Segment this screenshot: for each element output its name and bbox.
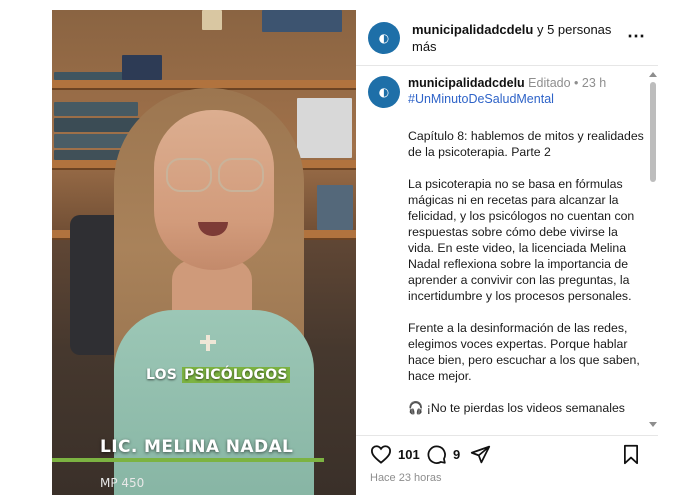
book xyxy=(54,102,138,116)
post-timestamp: Hace 23 horas xyxy=(370,472,442,484)
book xyxy=(54,118,140,132)
speaker-name: LIC. MELINA NADAL xyxy=(100,437,294,457)
more-options-icon[interactable]: ⋯ xyxy=(627,26,646,47)
caption-paragraph: Capítulo 8: hablemos de mitos y realidad… xyxy=(408,129,644,159)
book xyxy=(262,10,342,32)
caption-header: municipalidadcdelu Editado • 23 h xyxy=(408,76,606,90)
caption-username[interactable]: municipalidadcdelu xyxy=(408,76,525,90)
heart-icon xyxy=(370,445,392,464)
comment-icon xyxy=(427,445,446,464)
like-count[interactable]: 101 xyxy=(398,447,420,462)
caption-prefix: LOS xyxy=(146,367,183,383)
book xyxy=(122,55,162,80)
paper-stack xyxy=(297,98,352,158)
caption-paragraph: 🎧 ¡No te pierdas los videos semanales xyxy=(408,401,625,415)
like-button[interactable]: 101 xyxy=(370,444,420,464)
caption-avatar[interactable]: ◐ xyxy=(368,76,400,108)
save-button[interactable] xyxy=(622,444,640,465)
caption-paragraph: La psicoterapia no se basa en fórmulas m… xyxy=(408,177,635,303)
scroll-down-arrow-icon[interactable] xyxy=(649,422,657,427)
book xyxy=(202,10,222,30)
send-icon xyxy=(470,445,491,464)
scrollbar-thumb[interactable] xyxy=(650,82,656,182)
video-player[interactable]: LOS PSICÓLOGOS LIC. MELINA NADAL MP 450 xyxy=(52,10,356,495)
action-bar: 101 9 Hace 23 horas xyxy=(356,435,658,496)
logo-icon: ◐ xyxy=(378,31,390,45)
comment-button[interactable]: 9 xyxy=(426,444,460,465)
book xyxy=(317,185,353,230)
caption-area: ◐ municipalidadcdelu Editado • 23 h #UnM… xyxy=(356,66,646,436)
caption-paragraph: Frente a la desinformación de las redes,… xyxy=(408,321,640,383)
scroll-up-arrow-icon[interactable] xyxy=(649,72,657,77)
logo-icon: ◐ xyxy=(378,85,390,99)
speaker-license: MP 450 xyxy=(100,476,145,490)
name-underline xyxy=(52,458,324,462)
caption-body: Capítulo 8: hablemos de mitos y realidad… xyxy=(408,128,644,432)
avatar[interactable]: ◐ xyxy=(368,22,400,54)
caption-meta: Editado • 23 h xyxy=(524,76,607,90)
hashtag-link[interactable]: #UnMinutoDeSaludMental xyxy=(408,92,554,106)
caption-highlight: PSICÓLOGOS xyxy=(182,367,290,383)
glasses-left-lens xyxy=(166,158,212,192)
video-caption: LOS PSICÓLOGOS xyxy=(142,365,294,385)
share-button[interactable] xyxy=(470,444,491,465)
bookmark-icon xyxy=(624,444,638,465)
post-header: ◐ municipalidadcdelu y 5 personas más ⋯ xyxy=(356,10,658,66)
scrollbar[interactable] xyxy=(649,72,657,427)
header-username[interactable]: municipalidadcdelu xyxy=(412,22,533,37)
comment-count[interactable]: 9 xyxy=(453,447,460,462)
cross-pendant-icon xyxy=(200,335,216,351)
header-collab-text: municipalidadcdelu y 5 personas más xyxy=(412,21,612,55)
glasses-right-lens xyxy=(218,158,264,192)
post-side-panel: ◐ municipalidadcdelu y 5 personas más ⋯ … xyxy=(356,10,658,495)
